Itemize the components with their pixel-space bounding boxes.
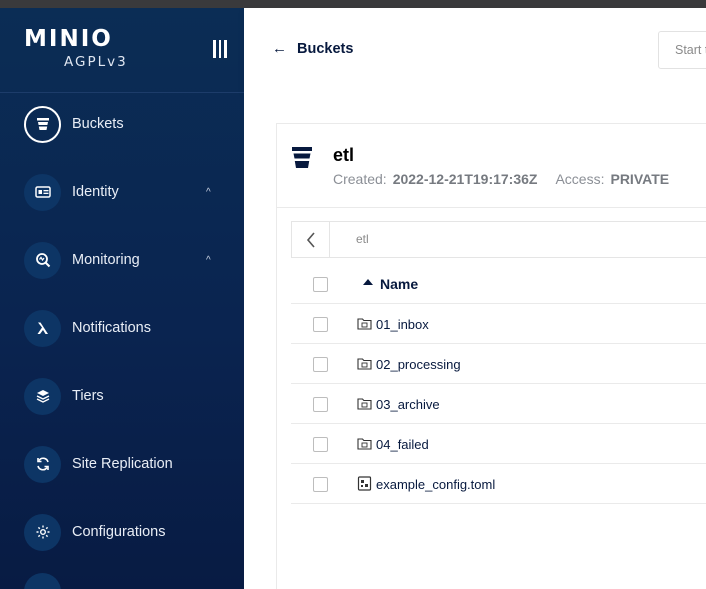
sidebar-item-tiers[interactable]: Tiers xyxy=(0,370,244,422)
row-checkbox[interactable] xyxy=(313,397,328,412)
back-link-label: Buckets xyxy=(297,40,354,57)
folder-icon xyxy=(357,318,372,330)
chevron-up-icon[interactable]: ^ xyxy=(206,187,211,198)
name-column-header[interactable]: Name xyxy=(380,276,418,292)
folder-icon xyxy=(357,398,372,410)
object-name[interactable]: 02_processing xyxy=(376,357,461,372)
chevron-up-icon[interactable]: ^ xyxy=(206,255,211,266)
sync-icon xyxy=(24,445,61,483)
layers-icon xyxy=(24,377,61,415)
sidebar-item-buckets[interactable]: Buckets xyxy=(0,98,244,150)
row-checkbox[interactable] xyxy=(313,437,328,452)
file-icon xyxy=(357,476,372,491)
chevron-left-icon xyxy=(306,231,315,248)
object-name[interactable]: example_config.toml xyxy=(376,477,495,492)
bucket-icon xyxy=(291,146,313,175)
table-row[interactable]: 04_failed xyxy=(291,424,706,464)
bucket-name: etl xyxy=(333,145,355,165)
sidebar-item-label: Configurations xyxy=(72,524,166,540)
sidebar-item-label: Notifications xyxy=(72,320,151,336)
sidebar-item-label: Monitoring xyxy=(72,252,140,268)
back-to-buckets-link[interactable]: ← Buckets xyxy=(272,40,353,57)
sidebar-item-label: Tiers xyxy=(72,388,104,404)
gear-icon xyxy=(24,513,61,551)
table-row[interactable]: 03_archive xyxy=(291,384,706,424)
collapse-sidebar-button[interactable] xyxy=(213,40,229,60)
bucket-header: etl Created: 2022-12-21T19:17:36Z Access: P… xyxy=(277,124,706,208)
sidebar-divider xyxy=(0,92,244,93)
created-value: 2022-12-21T19:17:36Z xyxy=(392,171,538,187)
folder-icon xyxy=(357,438,372,450)
bucket-icon xyxy=(24,105,61,143)
sidebar-item-site-replication[interactable]: Site Replication xyxy=(0,438,244,490)
row-checkbox[interactable] xyxy=(313,477,328,492)
sidebar-item-label: Site Replication xyxy=(72,456,173,472)
breadcrumb[interactable]: etl xyxy=(356,232,369,246)
table-header-row: Name xyxy=(291,264,706,304)
license-label: AGPLv3 xyxy=(64,54,128,70)
object-name[interactable]: 01_inbox xyxy=(376,317,429,332)
object-filter-input[interactable]: Start typing to filter objects in the bu… xyxy=(658,31,706,69)
object-name[interactable]: 04_failed xyxy=(376,437,429,452)
access-label: Access: xyxy=(555,171,605,187)
page-header: ← Buckets Start typing to filter objects… xyxy=(244,8,706,92)
sidebar-item-monitoring[interactable]: Monitoring ^ xyxy=(0,234,244,286)
window-top-strip xyxy=(0,0,706,8)
created-label: Created: xyxy=(333,171,387,187)
sort-ascending-icon[interactable] xyxy=(363,279,373,285)
sidebar-item-notifications[interactable]: Notifications xyxy=(0,302,244,354)
sidebar-item-identity[interactable]: Identity ^ xyxy=(0,166,244,218)
access-value: PRIVATE xyxy=(610,171,670,187)
sidebar-item-configurations[interactable]: Configurations xyxy=(0,506,244,558)
bucket-panel: etl Created: 2022-12-21T19:17:36Z Access: P… xyxy=(276,123,706,589)
row-checkbox[interactable] xyxy=(313,357,328,372)
lambda-icon xyxy=(24,309,61,347)
id-card-icon xyxy=(24,173,61,211)
path-breadcrumb-bar: etl xyxy=(291,221,706,258)
object-name[interactable]: 03_archive xyxy=(376,397,440,412)
partial-nav-icon[interactable] xyxy=(24,573,61,589)
sidebar-item-label: Buckets xyxy=(72,116,124,132)
arrow-left-icon: ← xyxy=(272,40,287,57)
folder-icon xyxy=(357,358,372,370)
sidebar-item-label: Identity xyxy=(72,184,119,200)
monitoring-icon xyxy=(24,241,61,279)
select-all-checkbox[interactable] xyxy=(313,277,328,292)
row-checkbox[interactable] xyxy=(313,317,328,332)
sidebar: MINIO AGPLv3 Buckets Identity ^ Monitori… xyxy=(0,8,244,589)
table-row[interactable]: 01_inbox xyxy=(291,304,706,344)
table-row[interactable]: 02_processing xyxy=(291,344,706,384)
table-row[interactable]: example_config.toml xyxy=(291,464,706,504)
path-back-button[interactable] xyxy=(292,222,330,257)
minio-logo: MINIO xyxy=(24,26,113,52)
bucket-meta: Created: 2022-12-21T19:17:36Z Access: PRIVA… xyxy=(333,171,669,187)
